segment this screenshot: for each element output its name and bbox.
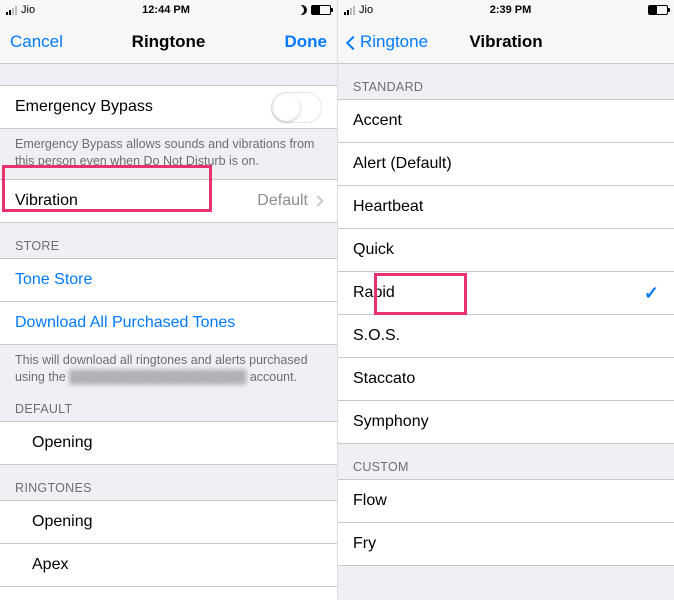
vibration-option-label: Flow xyxy=(353,492,659,510)
emergency-bypass-label: Emergency Bypass xyxy=(15,98,271,116)
signal-icon xyxy=(6,6,17,15)
signal-icon xyxy=(344,6,355,15)
do-not-disturb-icon xyxy=(297,5,307,15)
vibration-value: Default xyxy=(257,192,308,210)
redacted-account: ████████████████████ xyxy=(69,370,246,384)
vibration-option-row[interactable]: Heartbeat xyxy=(338,185,674,229)
ringtone-row[interactable]: Apex xyxy=(0,543,337,587)
ringtone-screen: Jio 12:44 PM Cancel Ringtone Done Emerge… xyxy=(0,0,337,600)
ringtone-label: Apex xyxy=(32,556,322,574)
vibration-screen: Jio 2:39 PM Ringtone Vibration STANDARD … xyxy=(337,0,674,600)
vibration-option-label: Fry xyxy=(353,535,659,553)
vibration-option-row[interactable]: Rapid✓ xyxy=(338,271,674,315)
vibration-label: Vibration xyxy=(15,192,257,210)
tone-store-row[interactable]: Tone Store xyxy=(0,258,337,302)
checkmark-icon: ✓ xyxy=(644,283,659,304)
download-tones-label: Download All Purchased Tones xyxy=(15,314,322,332)
vibration-option-label: Symphony xyxy=(353,413,659,431)
vibration-option-label: S.O.S. xyxy=(353,327,659,345)
emergency-bypass-row[interactable]: Emergency Bypass xyxy=(0,85,337,129)
clock: 2:39 PM xyxy=(373,4,648,16)
vibration-option-row[interactable]: Quick xyxy=(338,228,674,272)
vibration-option-label: Staccato xyxy=(353,370,659,388)
vibration-option-label: Alert (Default) xyxy=(353,155,659,173)
vibration-option-label: Accent xyxy=(353,112,659,130)
clock: 12:44 PM xyxy=(35,4,297,16)
vibration-option-row[interactable]: Flow xyxy=(338,479,674,523)
standard-header: STANDARD xyxy=(338,64,674,100)
download-tones-row[interactable]: Download All Purchased Tones xyxy=(0,301,337,345)
emergency-bypass-toggle[interactable] xyxy=(271,92,322,123)
vibration-option-label: Rapid xyxy=(353,284,644,302)
chevron-right-icon xyxy=(312,195,323,206)
tone-store-label: Tone Store xyxy=(15,271,322,289)
vibration-option-row[interactable]: Alert (Default) xyxy=(338,142,674,186)
ringtones-header: RINGTONES xyxy=(0,465,337,501)
vibration-option-label: Heartbeat xyxy=(353,198,659,216)
default-ringtone-label: Opening xyxy=(32,434,322,452)
ringtone-row[interactable]: Beacon xyxy=(0,586,337,600)
custom-header: CUSTOM xyxy=(338,444,674,480)
battery-icon xyxy=(648,5,668,15)
chevron-left-icon xyxy=(346,35,360,49)
battery-icon xyxy=(311,5,331,15)
vibration-option-label: Quick xyxy=(353,241,659,259)
cancel-button[interactable]: Cancel xyxy=(10,32,63,52)
ringtone-label: Opening xyxy=(32,513,322,531)
back-button[interactable]: Ringtone xyxy=(348,32,428,52)
default-header: DEFAULT xyxy=(0,396,337,422)
status-bar: Jio 12:44 PM xyxy=(0,0,337,20)
done-button[interactable]: Done xyxy=(285,32,328,52)
store-footer: This will download all ringtones and ale… xyxy=(0,345,337,396)
emergency-bypass-footer: Emergency Bypass allows sounds and vibra… xyxy=(0,129,337,180)
ringtone-row[interactable]: Opening xyxy=(0,500,337,544)
vibration-option-row[interactable]: Staccato xyxy=(338,357,674,401)
nav-bar: Cancel Ringtone Done xyxy=(0,20,337,64)
nav-bar: Ringtone Vibration xyxy=(338,20,674,64)
store-header: STORE xyxy=(0,223,337,259)
vibration-option-row[interactable]: Accent xyxy=(338,99,674,143)
carrier-label: Jio xyxy=(359,4,373,16)
status-bar: Jio 2:39 PM xyxy=(338,0,674,20)
carrier-label: Jio xyxy=(21,4,35,16)
vibration-option-row[interactable]: Fry xyxy=(338,522,674,566)
vibration-option-row[interactable]: S.O.S. xyxy=(338,314,674,358)
vibration-row[interactable]: Vibration Default xyxy=(0,179,337,223)
vibration-option-row[interactable]: Symphony xyxy=(338,400,674,444)
default-ringtone-row[interactable]: Opening xyxy=(0,421,337,465)
